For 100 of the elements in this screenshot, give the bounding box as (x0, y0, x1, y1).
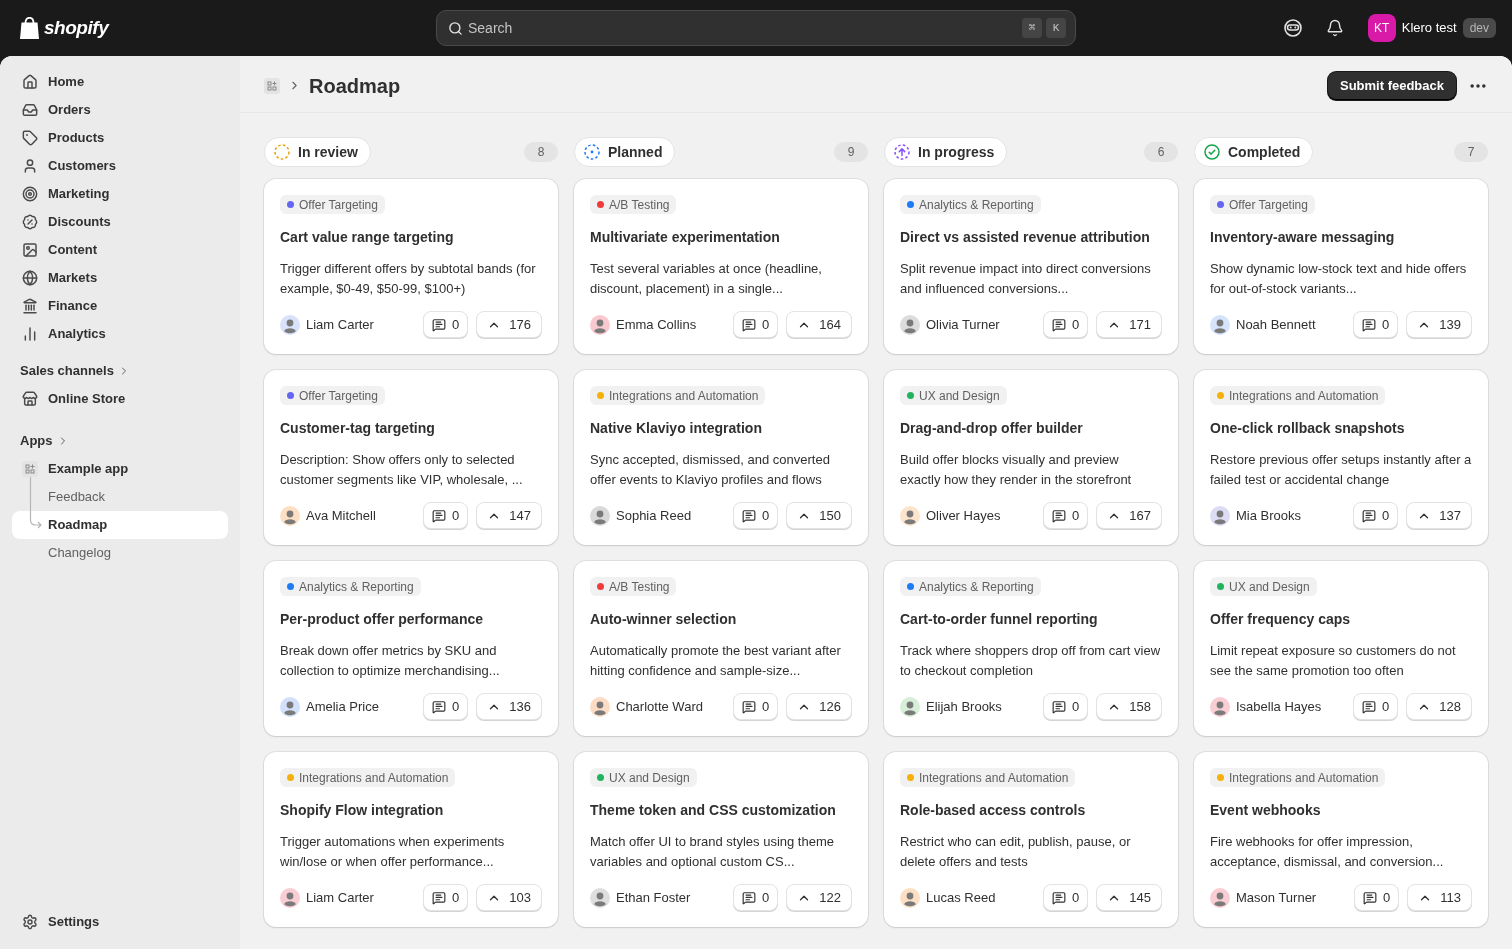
card-title: Event webhooks (1210, 801, 1322, 820)
roadmap-card[interactable]: A/B Testing Multivariate experimentation Test several variables at once (headline, discount, placement) in a single... Emma Collins 0 164 (574, 179, 868, 354)
card-description: Match offer UI to brand styles using theme variables and optional custom CS... (590, 833, 835, 871)
comments-button[interactable]: 0 (733, 884, 779, 911)
roadmap-card[interactable]: Offer Targeting Inventory-aware messaging Show dynamic low-stock text and hide offers for out-of-stock variants... Noah Bennett 0 139 (1194, 179, 1488, 354)
upvote-button[interactable]: 126 (786, 693, 852, 720)
card-description: Description: Show offers only to selected customer segments like VIP, wholesale, ... (280, 451, 524, 489)
sidebar-item[interactable]: Discounts (12, 208, 228, 236)
card-description: Break down offer metrics by SKU and collection to optimize merchandising... (280, 642, 501, 680)
category-label: Integrations and Automation (299, 769, 449, 787)
upvote-button[interactable]: 150 (786, 502, 852, 529)
comment-icon (742, 508, 757, 523)
sidebar-item[interactable]: Online Store (12, 385, 228, 413)
roadmap-card[interactable]: UX and Design Offer frequency caps Limit repeat exposure so customers do not see the same promotion too often Isabella Hayes 0 128 (1194, 561, 1488, 736)
sidebar-item[interactable]: Settings (12, 908, 228, 936)
upvote-button[interactable]: 122 (786, 884, 852, 911)
roadmap-card[interactable]: Integrations and Automation Native Klaviyo integration Sync accepted, dismissed, and converted offer events to Klaviyo profiles and flows Sophia Reed 0 150 (574, 370, 868, 545)
comment-icon (432, 699, 447, 714)
comments-button[interactable]: 0 (1353, 693, 1399, 720)
author-name: Sophia Reed (616, 506, 692, 525)
upvote-button[interactable]: 147 (476, 502, 542, 529)
comments-button[interactable]: 0 (423, 502, 469, 529)
upvote-button[interactable]: 158 (1096, 693, 1162, 720)
comments-button[interactable]: 0 (1043, 884, 1089, 911)
comments-button[interactable]: 0 (1353, 311, 1399, 338)
roadmap-card[interactable]: Offer Targeting Customer-tag targeting Description: Show offers only to selected customer segments like VIP, wholesale, ... Ava Mitchell 0 147 (264, 370, 558, 545)
sidebar-item[interactable]: Marketing (12, 180, 228, 208)
sidebar-item[interactable]: Roadmap (12, 511, 228, 539)
roadmap-card[interactable]: Integrations and Automation Shopify Flow integration Trigger automations when experiments win/lose or when offer performance... Liam Carter 0 103 (264, 752, 558, 927)
upvote-button[interactable]: 136 (476, 693, 542, 720)
card-title: Auto-winner selection (590, 610, 738, 629)
column-title: Completed (1228, 142, 1301, 162)
robot-face-icon[interactable] (1283, 19, 1302, 37)
user-avatar[interactable]: KT (1367, 14, 1396, 42)
sidebar-item[interactable]: Markets (12, 264, 228, 292)
card-description: Limit repeat exposure so customers do not see the same promotion too often (1210, 642, 1457, 680)
card-title: Role-based access controls (900, 801, 1087, 820)
roadmap-card[interactable]: A/B Testing Auto-winner selection Automatically promote the best variant after hitting confidence and sample-size... Charlotte Ward 0 126 (574, 561, 868, 736)
roadmap-card[interactable]: Analytics & Reporting Cart-to-order funnel reporting Track where shoppers drop off from cart view to checkout completion Elijah Brooks 0 158 (884, 561, 1178, 736)
comments-button[interactable]: 0 (423, 311, 469, 338)
comments-button[interactable]: 0 (1043, 693, 1089, 720)
upvote-button[interactable]: 171 (1096, 311, 1162, 338)
sidebar-item[interactable]: Analytics (12, 320, 228, 348)
roadmap-card[interactable]: Offer Targeting Cart value range targeting Trigger different offers by subtotal bands (for example, $0-49, $50-99, $100+) Liam Carter 0 176 (264, 179, 558, 354)
comments-button[interactable]: 0 (1353, 502, 1399, 529)
roadmap-card[interactable]: UX and Design Theme token and CSS customization Match offer UI to brand styles using theme variables and optional custom CS... Ethan Foster 0 122 (574, 752, 868, 927)
user-name[interactable]: Klero test (1401, 18, 1457, 38)
submit-feedback-button[interactable]: Submit feedback (1327, 71, 1456, 100)
comments-button[interactable]: 0 (733, 502, 779, 529)
count-badge: 7 (1454, 142, 1488, 162)
bank-icon (22, 298, 38, 314)
person-icon (22, 158, 38, 174)
category-label: A/B Testing (609, 196, 670, 214)
sidebar-item[interactable]: Products (12, 124, 228, 152)
roadmap-card[interactable]: Analytics & Reporting Direct vs assisted revenue attribution Split revenue impact into direct conversions and influenced conversions... Olivia Turner 0 171 (884, 179, 1178, 354)
section-heading[interactable]: Apps (20, 431, 53, 451)
comments-button[interactable]: 0 (1043, 502, 1089, 529)
sidebar-item[interactable]: Finance (12, 292, 228, 320)
sidebar-item[interactable]: Example app (12, 455, 228, 483)
comments-button[interactable]: 0 (423, 884, 469, 911)
upvote-button[interactable]: 167 (1096, 502, 1162, 529)
card-description: Sync accepted, dismissed, and converted offer events to Klaviyo profiles and flows (590, 451, 831, 489)
sidebar-item[interactable]: Feedback (12, 483, 228, 511)
bag-icon[interactable] (20, 17, 39, 39)
store-icon (22, 391, 38, 407)
upvote-button[interactable]: 113 (1407, 884, 1472, 911)
roadmap-card[interactable]: Analytics & Reporting Per-product offer performance Break down offer metrics by SKU and collection to optimize merchandising... Amelia Price 0 136 (264, 561, 558, 736)
sidebar-item[interactable]: Orders (12, 96, 228, 124)
roadmap-card[interactable]: Integrations and Automation Event webhooks Fire webhooks for offer impression, acceptance, dismissal, and conversion... Mason Turner 0 113 (1194, 752, 1488, 927)
sidebar-item[interactable]: Customers (12, 152, 228, 180)
sidebar-item[interactable]: Changelog (12, 539, 228, 567)
upvote-button[interactable]: 145 (1096, 884, 1162, 911)
roadmap-card[interactable]: Integrations and Automation One-click rollback snapshots Restore previous offer setups instantly after a failed test or accidental change Mia Brooks 0 137 (1194, 370, 1488, 545)
upvote-button[interactable]: 128 (1406, 693, 1472, 720)
sidebar-item[interactable]: Home (12, 68, 228, 96)
logo-wordmark[interactable]: shopify (44, 13, 109, 43)
upvote-button[interactable]: 103 (476, 884, 542, 911)
notifications-icon[interactable] (1325, 19, 1344, 37)
inbox-icon (22, 102, 38, 118)
upvote-button[interactable]: 176 (476, 311, 542, 338)
author-name: Liam Carter (306, 888, 374, 907)
roadmap-card[interactable]: Integrations and Automation Role-based access controls Restrict who can edit, publish, pause, or delete offers and tests Lucas Reed 0 145 (884, 752, 1178, 927)
card-description: Trigger automations when experiments win/lose or when offer performance... (280, 833, 506, 871)
comment-icon (1052, 508, 1067, 523)
section-heading[interactable]: Sales channels (20, 361, 114, 381)
comments-button[interactable]: 0 (1354, 884, 1400, 911)
sidebar-item[interactable]: Content (12, 236, 228, 264)
card-title: Direct vs assisted revenue attribution (900, 228, 1151, 247)
upvote-button[interactable]: 137 (1406, 502, 1472, 529)
card-title: One-click rollback snapshots (1210, 419, 1406, 438)
comments-button[interactable]: 0 (1043, 311, 1089, 338)
comments-button[interactable]: 0 (733, 693, 779, 720)
comments-button[interactable]: 0 (733, 311, 779, 338)
upvote-button[interactable]: 139 (1406, 311, 1472, 338)
roadmap-card[interactable]: UX and Design Drag-and-drop offer builder Build offer blocks visually and preview exactly how they render in the storefront Oliver Hayes 0 167 (884, 370, 1178, 545)
category-label: Analytics & Reporting (299, 578, 414, 596)
dashed-circle-icon (274, 144, 290, 160)
comments-button[interactable]: 0 (423, 693, 469, 720)
tag-icon (22, 130, 38, 146)
upvote-button[interactable]: 164 (786, 311, 852, 338)
